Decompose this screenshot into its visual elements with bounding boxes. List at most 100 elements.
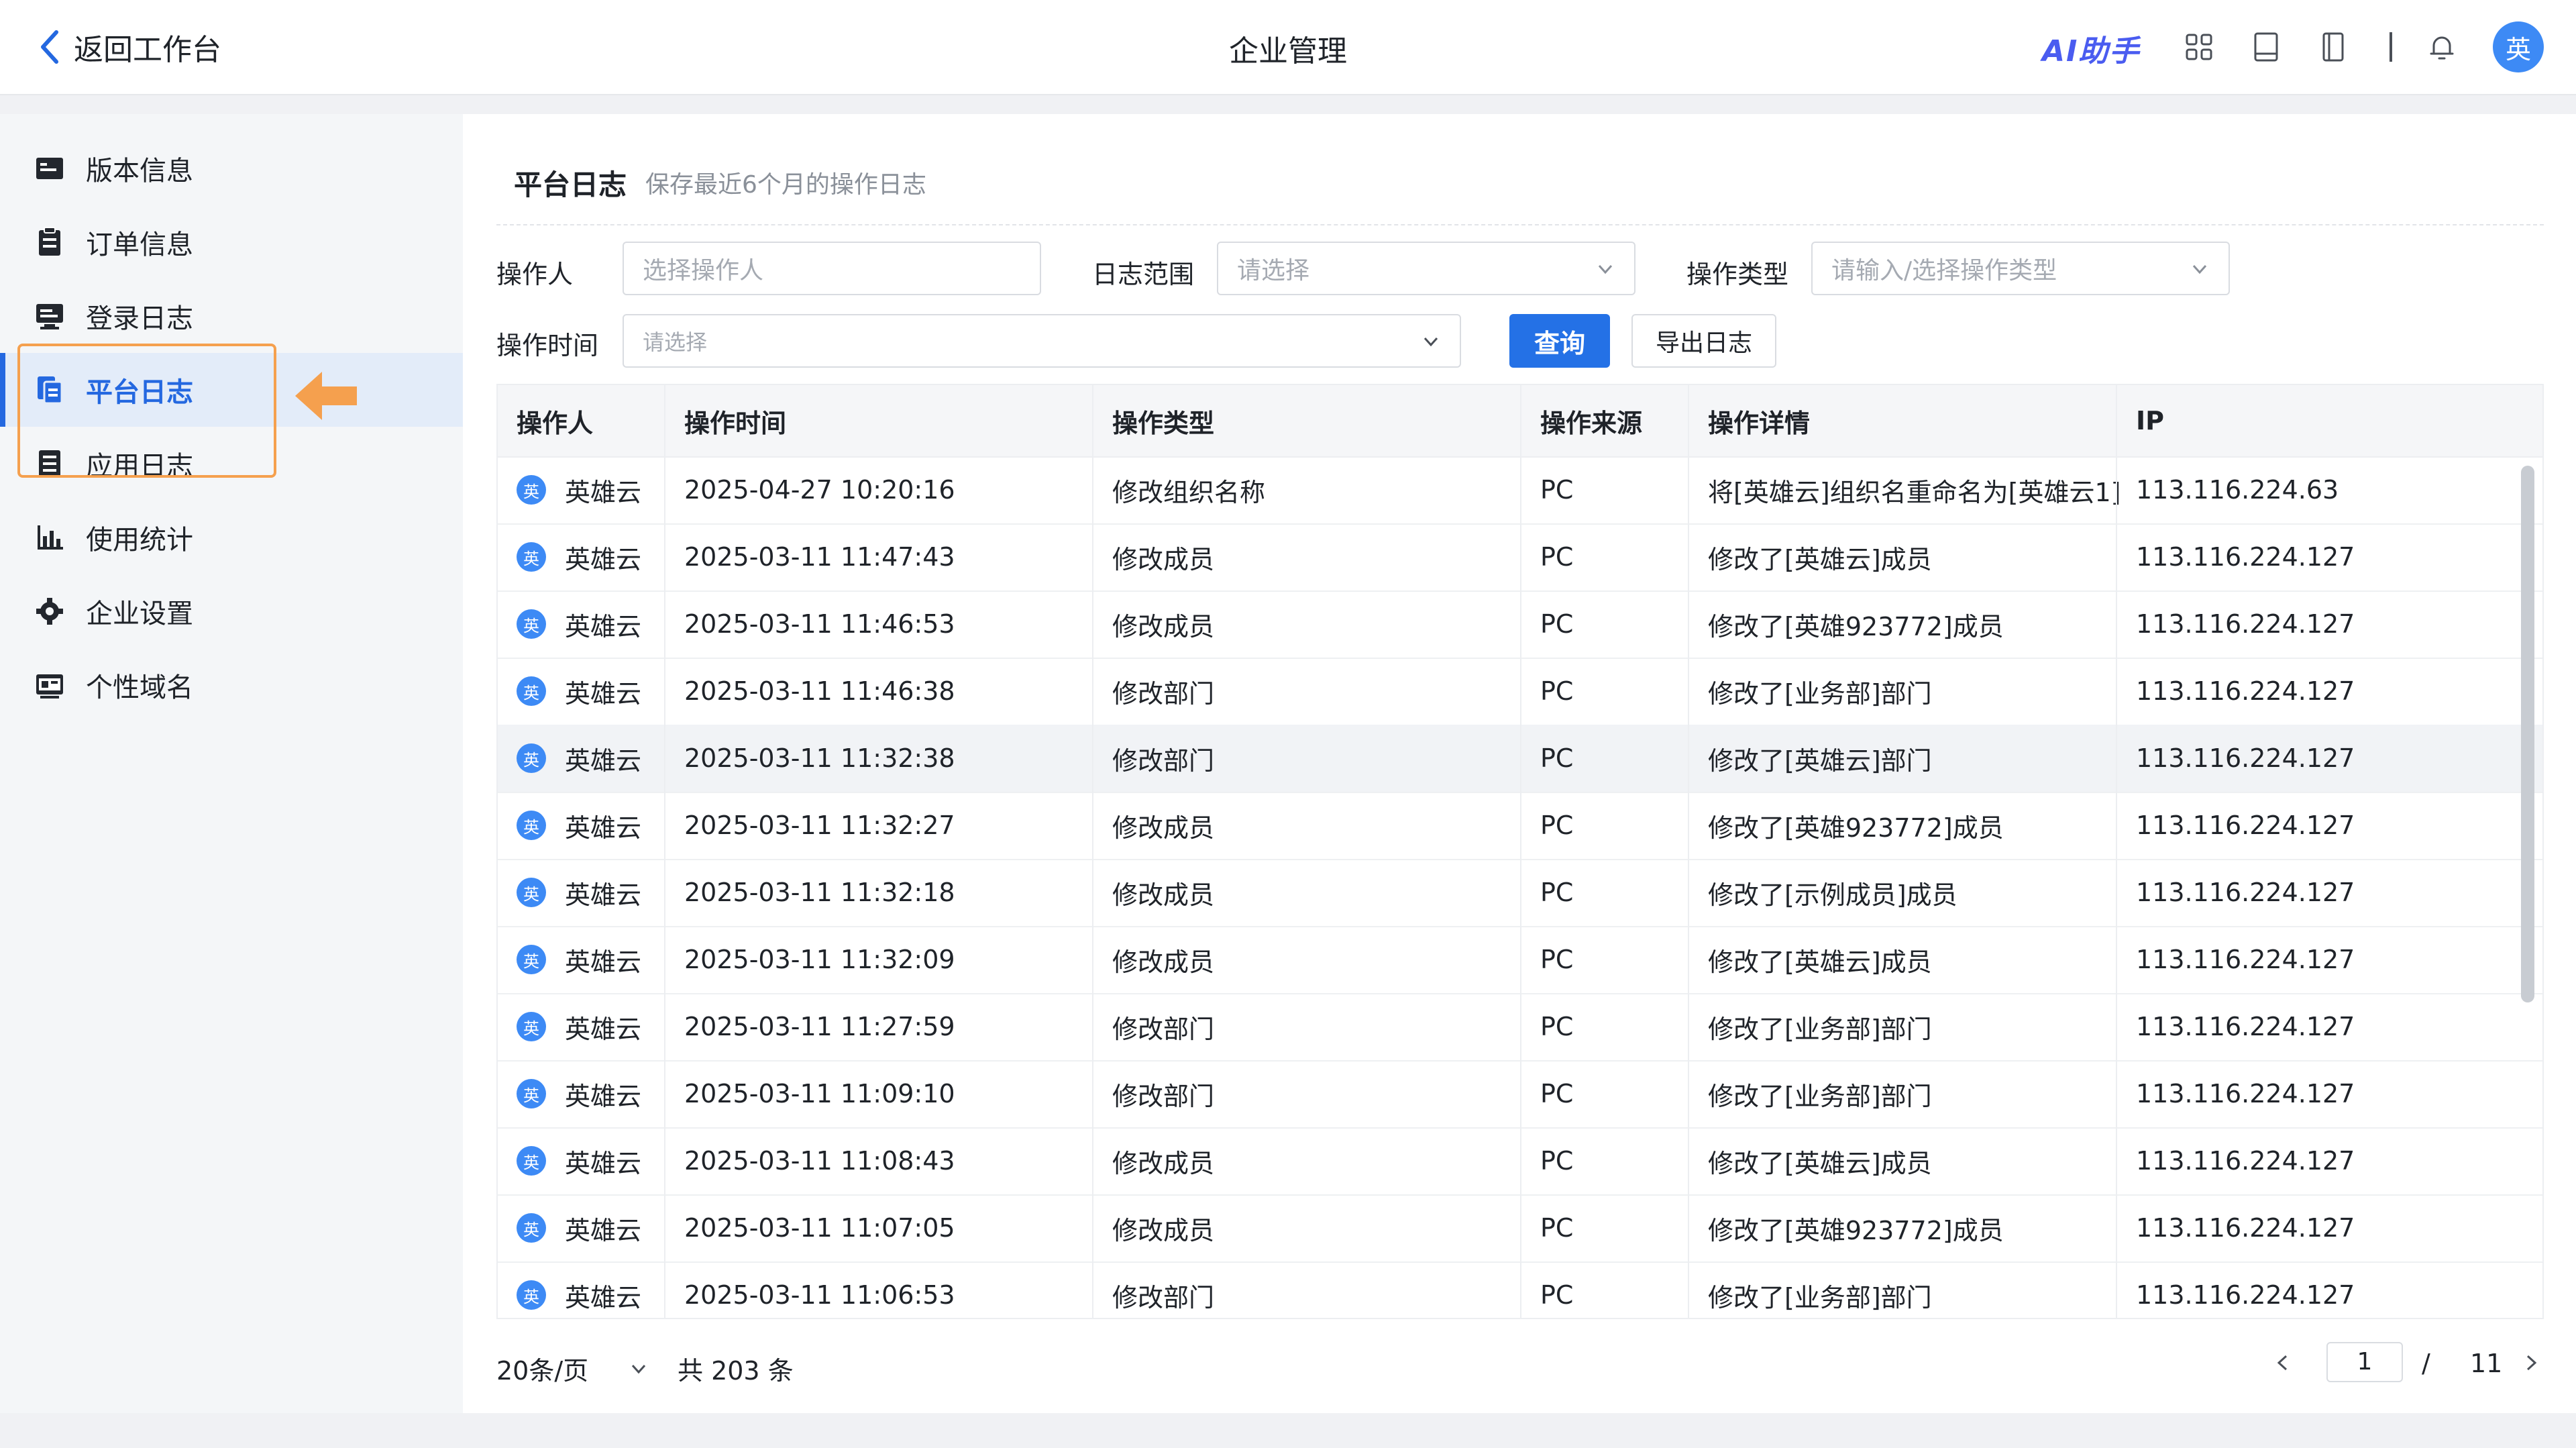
cell-source: PC (1540, 676, 1574, 706)
export-log-button[interactable]: 导出日志 (1631, 314, 1776, 368)
operator-avatar: 英 (517, 878, 546, 907)
cell-operator: 英英雄云 (498, 792, 665, 859)
sidebar-item-enterprise-settings[interactable]: 企业设置 (0, 574, 463, 648)
operator-name: 英雄云 (565, 1081, 642, 1111)
sidebar-item-login-log[interactable]: 登录日志 (0, 279, 463, 353)
cell-detail: 修改了[英雄云]成员 (1708, 544, 1932, 574)
operator-avatar: 英 (517, 1012, 546, 1041)
column-header-time[interactable]: 操作时间 (665, 385, 1093, 456)
cell-time: 2025-03-11 11:07:05 (684, 1213, 955, 1243)
cell-source: PC (1540, 475, 1574, 505)
cell-detail: 修改了[业务部]部门 (1708, 1014, 1932, 1044)
cell-time: 2025-03-11 11:32:09 (684, 945, 955, 974)
column-header-source[interactable]: 操作来源 (1521, 385, 1689, 456)
cell-type: 修改组织名称 (1112, 477, 1266, 507)
cell-detail: 修改了[业务部]部门 (1708, 1282, 1932, 1312)
apps-grid-icon[interactable] (2182, 30, 2216, 64)
cell-time: 2025-03-11 11:46:38 (684, 676, 955, 706)
stats-icon (38, 525, 63, 550)
cell-detail: 修改了[示例成员]成员 (1708, 880, 1957, 910)
cell-type: 修改成员 (1112, 1148, 1215, 1178)
next-page-icon[interactable] (2521, 1353, 2541, 1373)
notebook-icon[interactable] (2316, 30, 2351, 64)
cell-type: 修改部门 (1112, 1014, 1215, 1044)
operator-select[interactable]: 选择操作人 (623, 242, 1041, 295)
cell-type: 修改成员 (1112, 544, 1215, 574)
cell-source: PC (1540, 1213, 1574, 1243)
cell-operator: 英英雄云 (498, 926, 665, 993)
query-button[interactable]: 查询 (1509, 314, 1610, 368)
column-header-operator[interactable]: 操作人 (498, 385, 665, 456)
cell-source: PC (1540, 1146, 1574, 1176)
type-select[interactable]: 请输入/选择操作类型 (1811, 242, 2230, 295)
cell-type: 修改成员 (1112, 813, 1215, 843)
current-page-input[interactable]: 1 (2326, 1342, 2403, 1382)
ai-assistant-button[interactable]: AI助手 (2042, 27, 2140, 70)
cell-ip: 113.116.224.127 (2136, 743, 2355, 773)
type-label: 操作类型 (1686, 260, 1789, 289)
cell-operator: 英英雄云 (498, 1060, 665, 1127)
column-header-ip[interactable]: IP (2117, 385, 2520, 456)
operator-name: 英雄云 (565, 544, 642, 574)
cell-time: 2025-03-11 11:32:27 (684, 811, 955, 840)
cell-type: 修改成员 (1112, 947, 1215, 977)
page-size-select[interactable]: 20条/页 (496, 1350, 649, 1387)
column-header-type[interactable]: 操作类型 (1093, 385, 1521, 456)
cell-time: 2025-03-11 11:32:18 (684, 878, 955, 907)
prev-page-icon[interactable] (2273, 1353, 2293, 1373)
cell-time: 2025-03-11 11:08:43 (684, 1146, 955, 1176)
column-header-detail[interactable]: 操作详情 (1689, 385, 2117, 456)
cell-source: PC (1540, 878, 1574, 907)
column-divider (1688, 385, 1689, 1318)
bell-icon[interactable] (2424, 30, 2459, 64)
operator-avatar: 英 (517, 1079, 546, 1108)
cell-operator: 英英雄云 (498, 523, 665, 590)
operator-name: 英雄云 (565, 611, 642, 641)
arrow-left-icon (295, 372, 357, 420)
sidebar-item-orders[interactable]: 订单信息 (0, 205, 463, 279)
user-avatar[interactable]: 英 (2493, 21, 2544, 72)
operator-avatar: 英 (517, 475, 546, 505)
table-scrollbar[interactable] (2521, 466, 2534, 1002)
sidebar-item-label: 个性域名 (86, 672, 193, 703)
bottom-strip (0, 1413, 2576, 1448)
sidebar-item-label: 订单信息 (86, 229, 193, 260)
time-select[interactable]: 请选择 (623, 314, 1461, 368)
book-icon[interactable] (2249, 30, 2284, 64)
toolbar-divider (2390, 32, 2392, 62)
cell-ip: 113.116.224.127 (2136, 811, 2355, 840)
range-select[interactable]: 请选择 (1217, 242, 1635, 295)
operator-name: 英雄云 (565, 477, 642, 507)
main-panel: 版本信息 订单信息 登录日志 平台日志 应用日志 使用统计 企业设置 个性域名 … (0, 114, 2576, 1413)
cell-ip: 113.116.224.127 (2136, 542, 2355, 572)
gear-icon (36, 598, 63, 625)
operator-name: 英雄云 (565, 947, 642, 977)
sidebar-item-label: 使用统计 (86, 525, 193, 556)
cell-detail: 修改了[英雄923772]成员 (1708, 813, 2004, 843)
cell-source: PC (1540, 542, 1574, 572)
cell-ip: 113.116.224.127 (2136, 1012, 2355, 1041)
sidebar-item-custom-domain[interactable]: 个性域名 (0, 648, 463, 722)
operator-avatar: 英 (517, 1146, 546, 1176)
cell-operator: 英英雄云 (498, 993, 665, 1060)
cell-type: 修改成员 (1112, 611, 1215, 641)
cell-type: 修改成员 (1112, 1215, 1215, 1245)
cell-ip: 113.116.224.127 (2136, 1146, 2355, 1176)
sidebar-item-stats[interactable]: 使用统计 (0, 501, 463, 574)
cell-detail: 修改了[英雄923772]成员 (1708, 1215, 2004, 1245)
login-log-icon (36, 304, 63, 329)
cell-type: 修改部门 (1112, 1282, 1215, 1312)
time-placeholder: 请选择 (643, 329, 708, 355)
cell-type: 修改部门 (1112, 745, 1215, 776)
cell-ip: 113.116.224.127 (2136, 1213, 2355, 1243)
cell-detail: 修改了[英雄923772]成员 (1708, 611, 2004, 641)
operator-avatar: 英 (517, 1280, 546, 1310)
cell-time: 2025-03-11 11:09:10 (684, 1079, 955, 1108)
operator-avatar: 英 (517, 1213, 546, 1243)
type-placeholder: 请输入/选择操作类型 (1831, 257, 2057, 285)
sidebar-item-version[interactable]: 版本信息 (0, 132, 463, 205)
operator-name: 英雄云 (565, 1215, 642, 1245)
page-size-label: 20条/页 (496, 1356, 589, 1386)
operator-name: 英雄云 (565, 880, 642, 910)
cell-type: 修改部门 (1112, 678, 1215, 709)
